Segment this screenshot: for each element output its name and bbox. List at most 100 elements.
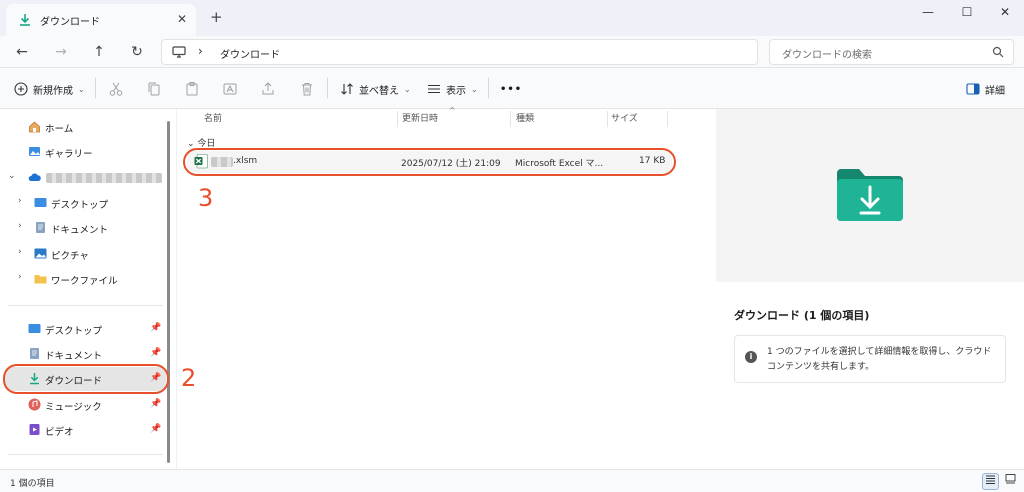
- close-button[interactable]: ✕: [995, 5, 1015, 21]
- minimize-button[interactable]: —: [918, 5, 938, 21]
- sidebar-item-pictures[interactable]: › ピクチャ: [0, 242, 168, 266]
- toolbar-divider: [95, 78, 96, 98]
- music-icon: [28, 398, 41, 411]
- cut-icon[interactable]: [108, 81, 124, 97]
- sidebar-item-label: ミュージック: [45, 402, 102, 413]
- sidebar-divider: [8, 305, 163, 306]
- details-view-button[interactable]: [982, 473, 999, 490]
- chevron-right-icon[interactable]: ›: [18, 196, 22, 206]
- pictures-icon: [34, 248, 47, 259]
- column-divider[interactable]: [397, 111, 398, 127]
- preview-thumbnail-area: [716, 109, 1024, 282]
- new-tab-button[interactable]: +: [210, 8, 223, 26]
- item-count: 1 個の項目: [10, 479, 55, 489]
- search-box[interactable]: ダウンロードの検索: [769, 39, 1014, 65]
- column-header-size[interactable]: サイズ: [611, 109, 638, 129]
- sidebar-item-onedrive[interactable]: ⌄: [0, 166, 168, 190]
- view-button[interactable]: 表示 ⌄: [427, 80, 478, 98]
- details-button-label: 詳細: [985, 85, 1005, 97]
- navigation-pane: ホーム ギャラリー ⌄ › デスクトップ › ドキュメント › ピクチャ › ワ…: [0, 109, 174, 469]
- up-button[interactable]: ↑: [89, 42, 109, 62]
- details-pane-icon: [966, 83, 980, 95]
- new-button[interactable]: 新規作成 ⌄: [14, 80, 85, 98]
- info-icon: i: [745, 351, 757, 363]
- sidebar-item-label: ギャラリー: [45, 149, 93, 160]
- column-header-name[interactable]: 名前: [204, 109, 222, 129]
- title-bar: ダウンロード ✕ + — ☐ ✕: [0, 0, 1024, 36]
- column-divider[interactable]: [607, 111, 608, 127]
- address-text[interactable]: ダウンロード: [220, 46, 280, 61]
- tiles-view-icon: [1005, 474, 1016, 484]
- tiles-view-button[interactable]: [1002, 473, 1019, 490]
- copy-icon[interactable]: [146, 81, 162, 97]
- maximize-button[interactable]: ☐: [957, 5, 977, 21]
- desktop-icon: [34, 198, 47, 207]
- rename-icon[interactable]: [222, 81, 238, 97]
- status-bar: 1 個の項目: [0, 469, 1024, 492]
- tab-close-icon[interactable]: ✕: [177, 12, 187, 26]
- pin-icon[interactable]: 📌: [150, 399, 161, 409]
- details-button[interactable]: 詳細: [966, 80, 1005, 98]
- paste-icon[interactable]: [184, 81, 200, 97]
- chevron-right-icon: ›: [198, 44, 203, 58]
- trash-icon[interactable]: [299, 81, 315, 97]
- sidebar-scrollbar[interactable]: [167, 121, 170, 463]
- redacted-account-name: [46, 173, 162, 183]
- sidebar-item-work-files[interactable]: › ワークファイル: [0, 267, 168, 291]
- sidebar-item-gallery[interactable]: ギャラリー: [0, 140, 168, 164]
- sidebar-item-quick-videos[interactable]: ビデオ 📌: [0, 418, 168, 442]
- more-options-button[interactable]: •••: [500, 80, 522, 98]
- pin-icon[interactable]: 📌: [150, 424, 161, 434]
- column-header-type[interactable]: 種類: [516, 109, 534, 129]
- sidebar-item-label: ドキュメント: [51, 225, 109, 236]
- command-bar: 新規作成 ⌄ 並べ替え ⌄ 表示 ⌄ ••• 詳細: [0, 68, 1024, 109]
- toolbar-divider: [327, 78, 328, 98]
- chevron-down-icon[interactable]: ⌄: [8, 171, 16, 181]
- pin-icon[interactable]: 📌: [150, 348, 161, 358]
- folder-icon: [34, 275, 47, 284]
- gallery-icon: [29, 147, 40, 156]
- view-list-icon: [428, 84, 440, 94]
- forward-button[interactable]: →: [51, 42, 71, 62]
- chevron-down-icon: ⌄: [78, 84, 85, 94]
- chevron-down-icon: ⌄: [471, 84, 478, 94]
- back-button[interactable]: ←: [12, 42, 32, 62]
- pin-icon[interactable]: 📌: [150, 323, 161, 333]
- search-input[interactable]: ダウンロードの検索: [782, 46, 872, 61]
- details-info-box: i 1 つのファイルを選択して詳細情報を取得し、クラウド コンテンツを共有します…: [734, 335, 1006, 383]
- sort-icon: [341, 83, 353, 95]
- sidebar-item-label: デスクトップ: [51, 200, 109, 211]
- address-bar[interactable]: › ダウンロード: [161, 39, 758, 65]
- column-header-modified[interactable]: 更新日時: [402, 109, 438, 129]
- document-icon: [30, 348, 39, 359]
- annotation-step-2: 2: [181, 364, 197, 392]
- share-icon[interactable]: [260, 81, 276, 97]
- column-divider[interactable]: [667, 111, 668, 127]
- search-icon: [992, 46, 1004, 58]
- monitor-icon: [172, 46, 186, 58]
- details-view-icon: [986, 475, 995, 484]
- desktop-icon: [28, 324, 41, 333]
- sidebar-item-label: ワークファイル: [51, 276, 118, 287]
- chevron-right-icon[interactable]: ›: [18, 221, 22, 231]
- sidebar-item-documents[interactable]: › ドキュメント: [0, 216, 168, 240]
- sidebar-item-label: ドキュメント: [45, 351, 103, 362]
- sidebar-item-quick-documents[interactable]: ドキュメント 📌: [0, 342, 168, 366]
- sidebar-item-quick-desktop[interactable]: デスクトップ 📌: [0, 317, 168, 341]
- column-divider[interactable]: [510, 111, 511, 127]
- home-icon: [29, 121, 40, 133]
- annotation-step-3: 3: [198, 184, 214, 212]
- sidebar-item-home[interactable]: ホーム: [0, 115, 168, 139]
- sidebar-item-label: ピクチャ: [51, 251, 89, 262]
- sidebar-item-label: ホーム: [45, 124, 74, 135]
- sort-button-label: 並べ替え: [359, 85, 399, 97]
- sidebar-item-desktop[interactable]: › デスクトップ: [0, 191, 168, 215]
- refresh-button[interactable]: ↻: [127, 42, 147, 62]
- chevron-right-icon[interactable]: ›: [18, 247, 22, 257]
- new-button-label: 新規作成: [33, 85, 73, 97]
- chevron-right-icon[interactable]: ›: [18, 272, 22, 282]
- sort-button[interactable]: 並べ替え ⌄: [340, 80, 411, 98]
- downloads-folder-icon: [837, 169, 903, 221]
- sidebar-item-quick-music[interactable]: ミュージック 📌: [0, 393, 168, 417]
- tab-downloads[interactable]: ダウンロード ✕: [6, 4, 196, 36]
